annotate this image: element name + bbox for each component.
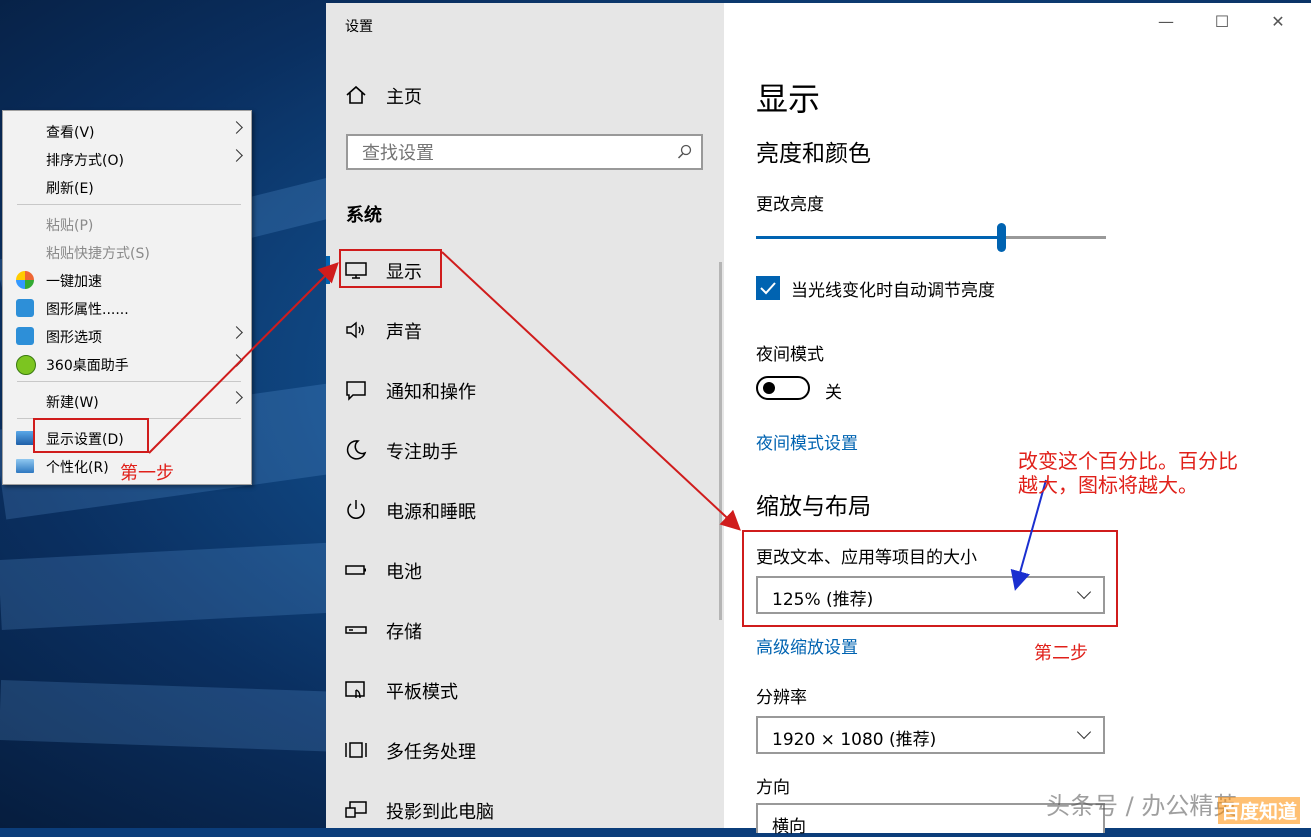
arrow-step2	[441, 251, 741, 531]
watermark-logo: 百度知道	[1218, 797, 1301, 824]
step2-label: 第二步	[1034, 643, 1088, 664]
watermark-text: 头条号 / 办公精英	[1046, 792, 1238, 820]
annotation-note: 改变这个百分比。百分比 越大，图标将越大。	[1018, 449, 1238, 497]
step1-label: 第一步	[120, 463, 174, 484]
annotation-arrows	[148, 251, 1047, 591]
arrow-step1	[148, 262, 339, 454]
